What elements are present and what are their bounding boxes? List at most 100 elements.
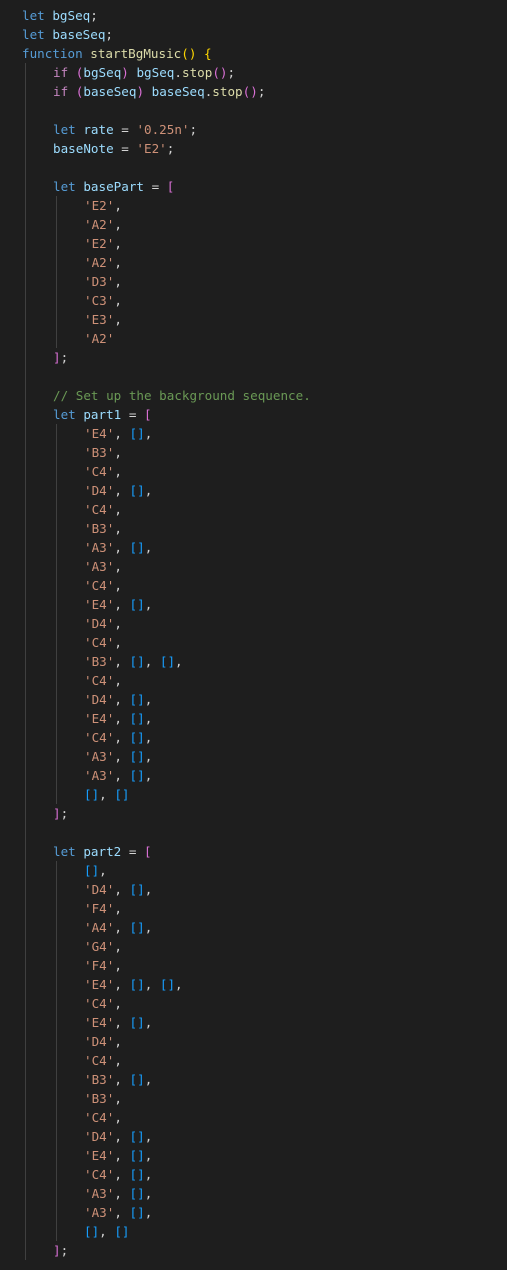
code-line[interactable]: if (baseSeq) baseSeq.stop(); <box>53 82 265 101</box>
code-line[interactable]: 'A2', <box>84 215 122 234</box>
code-line[interactable]: let basePart = [ <box>53 177 174 196</box>
code-line[interactable]: 'A2' <box>84 329 114 348</box>
code-line[interactable]: 'A3', [], <box>84 1184 152 1203</box>
code-line[interactable]: 'C4', <box>84 1108 122 1127</box>
code-line[interactable]: let part1 = [ <box>53 405 152 424</box>
code-token: part1 <box>83 407 122 422</box>
code-line[interactable]: 'E2', <box>84 234 122 253</box>
code-line[interactable]: [], [] <box>84 1222 130 1241</box>
code-line[interactable]: 'A2', <box>84 253 122 272</box>
code-line[interactable]: 'A3', <box>84 557 122 576</box>
code-token: , <box>114 1110 122 1125</box>
code-token: 'D4' <box>84 483 115 498</box>
code-line[interactable]: 'C4', <box>84 633 122 652</box>
code-token: , <box>114 939 122 954</box>
code-line[interactable]: 'C4', <box>84 576 122 595</box>
code-token: startBgMusic <box>90 46 182 61</box>
code-line[interactable]: [], <box>84 861 107 880</box>
code-token: ; <box>189 122 198 137</box>
code-line[interactable]: ]; <box>53 1241 68 1260</box>
code-line[interactable]: 'A3', [], <box>84 766 152 785</box>
code-line[interactable]: ]; <box>53 348 68 367</box>
code-line[interactable]: 'D4', <box>84 614 122 633</box>
code-line[interactable]: 'B3', [], <box>84 1070 152 1089</box>
code-token: , <box>175 654 183 669</box>
code-line[interactable]: 'D4', <box>84 1032 122 1051</box>
code-token: , <box>114 1129 130 1144</box>
code-line[interactable]: 'E2', <box>84 196 122 215</box>
code-line[interactable]: 'B3', <box>84 1089 122 1108</box>
code-token: , <box>114 768 130 783</box>
code-token: , <box>144 1129 153 1144</box>
code-line[interactable]: if (bgSeq) bgSeq.stop(); <box>53 63 235 82</box>
code-token: 'A3' <box>84 559 115 574</box>
code-token: 'A2' <box>84 331 115 346</box>
code-line[interactable]: baseNote = 'E2'; <box>53 139 174 158</box>
code-line[interactable]: 'E3', <box>84 310 122 329</box>
code-line[interactable]: function startBgMusic() { <box>22 44 212 63</box>
code-line[interactable]: 'E4', [], <box>84 709 152 728</box>
code-line[interactable]: // Set up the background sequence. <box>53 386 311 405</box>
code-line[interactable]: 'D4', [], <box>84 880 152 899</box>
code-line[interactable]: 'C4', <box>84 1051 122 1070</box>
code-line[interactable]: 'D4', [], <box>84 1127 152 1146</box>
code-token: baseNote <box>53 141 114 156</box>
code-token: , <box>114 426 130 441</box>
code-editor[interactable]: let bgSeq; let baseSeq; function startBgMu… <box>0 0 507 1270</box>
code-token: 'B3' <box>84 654 115 669</box>
code-token: [] <box>129 1129 145 1144</box>
code-token: , <box>144 711 153 726</box>
code-token: , <box>114 483 130 498</box>
code-line[interactable]: 'C4', <box>84 500 122 519</box>
code-token: 'A2' <box>84 217 115 232</box>
code-token: 'D4' <box>84 616 115 631</box>
code-line[interactable]: ]; <box>53 804 68 823</box>
code-token: let <box>22 27 45 42</box>
code-line[interactable]: 'E4', [], <box>84 1146 152 1165</box>
code-line[interactable]: 'D4', [], <box>84 690 152 709</box>
code-line[interactable]: 'A3', [], <box>84 1203 152 1222</box>
code-line[interactable]: 'E4', [], <box>84 1013 152 1032</box>
code-token: , <box>114 198 122 213</box>
code-line[interactable]: let bgSeq; <box>22 6 98 25</box>
code-line[interactable]: 'A4', [], <box>84 918 152 937</box>
code-token: 'C4' <box>84 1167 115 1182</box>
code-line[interactable]: let baseSeq; <box>22 25 113 44</box>
code-line[interactable]: 'B3', <box>84 519 122 538</box>
code-line[interactable]: 'B3', [], [], <box>84 652 183 671</box>
code-line[interactable]: 'D3', <box>84 272 122 291</box>
code-line[interactable]: 'F4', <box>84 899 122 918</box>
code-token: [] <box>129 483 145 498</box>
code-token: , <box>114 958 122 973</box>
code-line[interactable]: [], [] <box>84 785 130 804</box>
code-token: 'E4' <box>84 977 115 992</box>
code-line[interactable]: 'C4', <box>84 462 122 481</box>
code-line[interactable]: 'E4', [], <box>84 424 152 443</box>
code-token: bgSeq <box>83 65 122 80</box>
code-token: , <box>114 559 122 574</box>
code-line[interactable]: 'A3', [], <box>84 747 152 766</box>
code-token: , <box>114 312 122 327</box>
code-token: let <box>53 844 76 859</box>
code-line[interactable]: 'D4', [], <box>84 481 152 500</box>
code-line[interactable]: 'C4', <box>84 994 122 1013</box>
code-line[interactable]: let part2 = [ <box>53 842 152 861</box>
code-line[interactable]: 'E4', [], [], <box>84 975 183 994</box>
code-token: 'C4' <box>84 464 115 479</box>
code-line[interactable]: 'E4', [], <box>84 595 152 614</box>
code-token: , <box>114 502 122 517</box>
code-token: , <box>144 1015 153 1030</box>
code-token: , <box>114 1186 130 1201</box>
code-line[interactable]: 'G4', <box>84 937 122 956</box>
code-line[interactable]: 'B3', <box>84 443 122 462</box>
code-line[interactable]: let rate = '0.25n'; <box>53 120 197 139</box>
code-line[interactable]: 'C4', <box>84 671 122 690</box>
code-line[interactable]: 'F4', <box>84 956 122 975</box>
code-token: , <box>99 1224 115 1239</box>
code-line[interactable]: 'C4', [], <box>84 1165 152 1184</box>
code-line[interactable]: 'A3', [], <box>84 538 152 557</box>
code-line[interactable]: 'C4', [], <box>84 728 152 747</box>
code-token: // Set up the background sequence. <box>53 388 311 403</box>
code-line[interactable]: 'C3', <box>84 291 122 310</box>
